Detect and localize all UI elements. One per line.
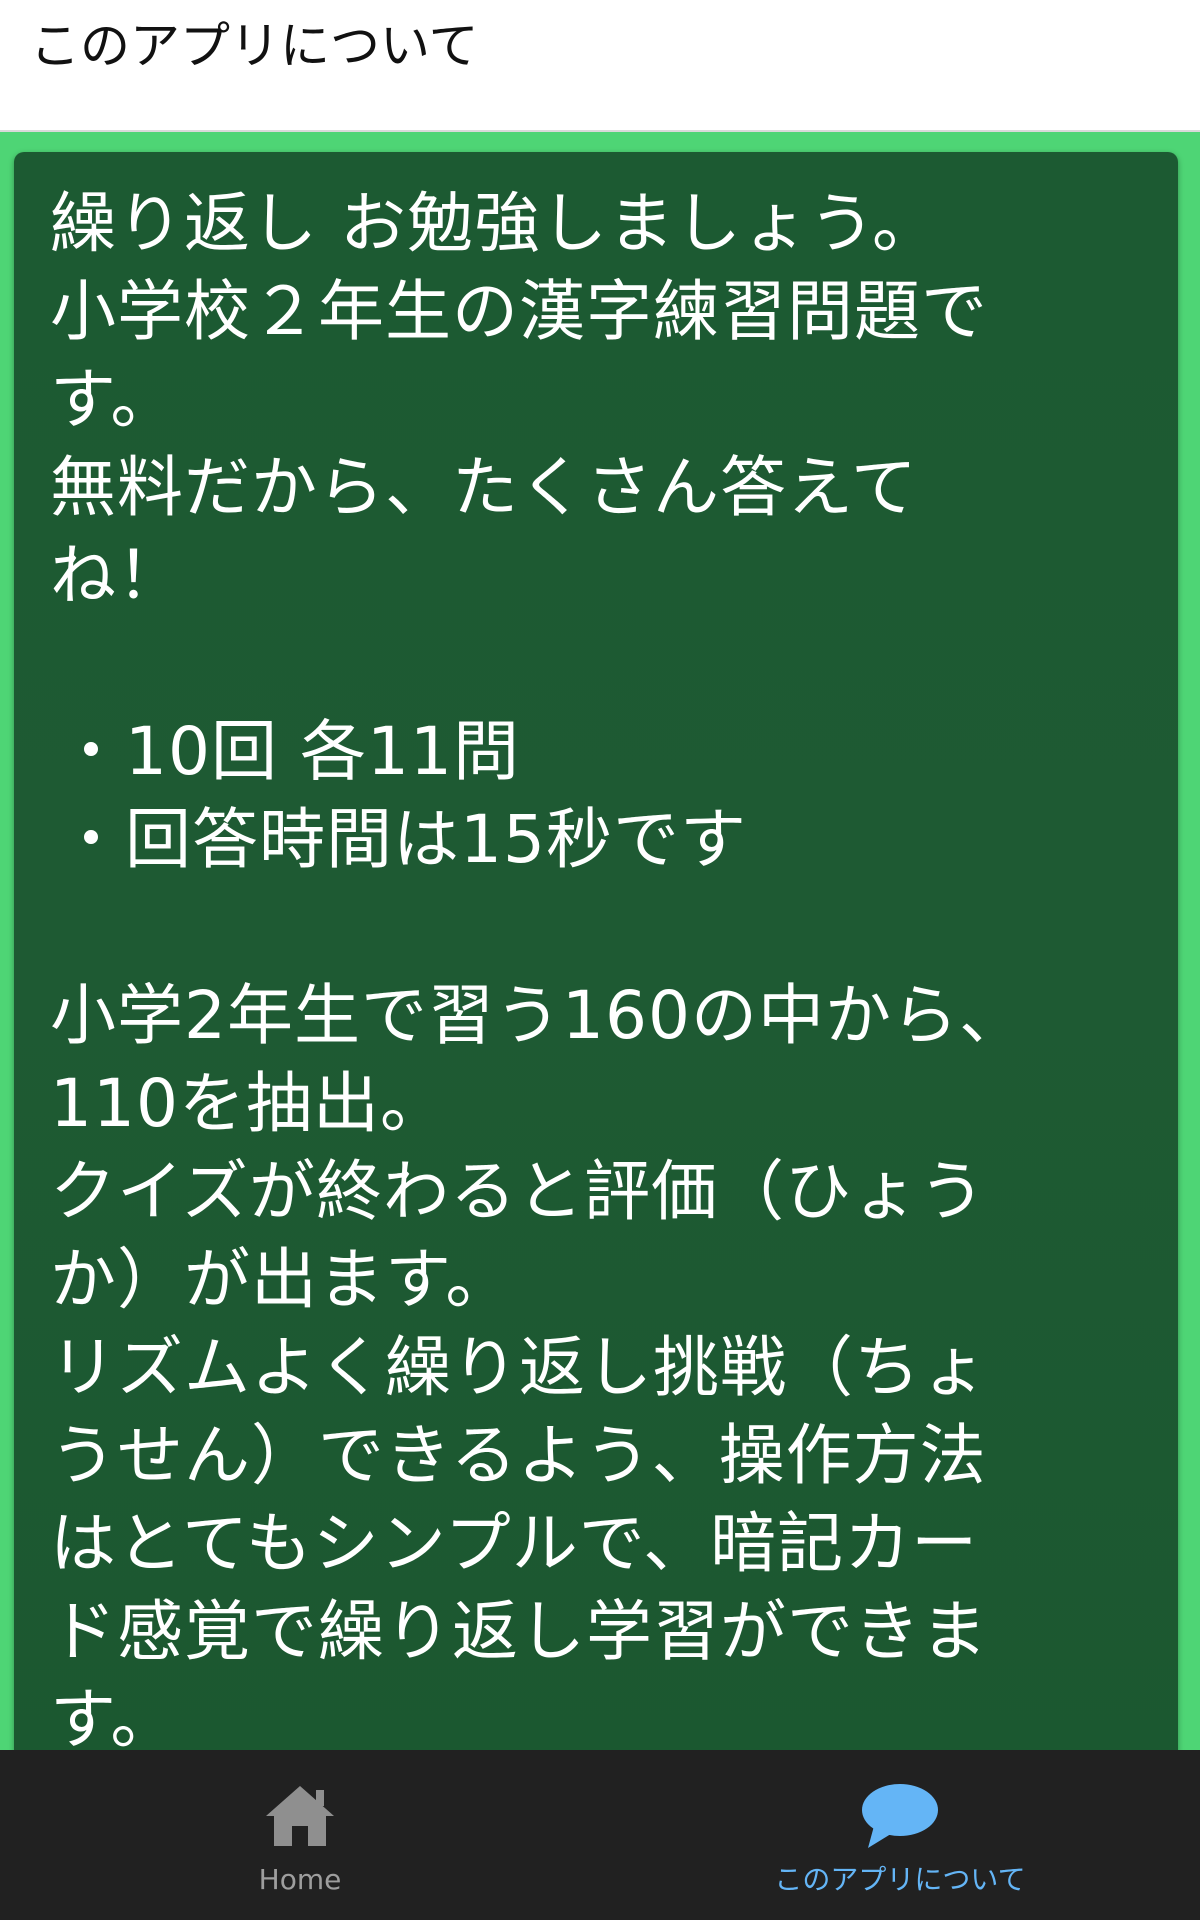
text-line: す。: [50, 361, 178, 438]
content-area[interactable]: 繰り返し お勉強しましょう。 小学校２年生の漢字練習問題で す。 無料だから、た…: [0, 132, 1200, 1750]
text-line: か）が出ます。: [50, 1241, 513, 1318]
text-line: はとてもシンプルで、暗記カー: [50, 1505, 979, 1582]
text-line: クイズが終わると評価（ひょう: [50, 1153, 987, 1230]
bottom-navigation: Home このアプリについて: [0, 1750, 1200, 1920]
text-line: 無料だから、たくさん答えて: [50, 449, 918, 526]
nav-label-home: Home: [258, 1863, 342, 1896]
chalkboard-panel: 繰り返し お勉強しましょう。 小学校２年生の漢字練習問題で す。 無料だから、た…: [14, 152, 1178, 1750]
description-text: 繰り返し お勉強しましょう。 小学校２年生の漢字練習問題で す。 無料だから、た…: [50, 180, 1130, 1750]
text-line: 繰り返し お勉強しましょう。: [50, 185, 940, 262]
text-line: ね！: [50, 537, 184, 614]
app-screen: このアプリについて 繰り返し お勉強しましょう。 小学校２年生の漢字練習問題で …: [0, 0, 1200, 1920]
text-line: 小学校２年生の漢字練習問題で: [50, 273, 988, 350]
nav-label-about: このアプリについて: [774, 1863, 1026, 1896]
text-line: リズムよく繰り返し挑戦（ちょ: [50, 1329, 988, 1406]
home-icon: [266, 1786, 334, 1846]
text-line: 110を抽出。: [50, 1065, 447, 1142]
page-title: このアプリについて: [30, 17, 479, 75]
text-line: ド感覚で繰り返し学習ができま: [50, 1593, 988, 1670]
bullet-item: ・回答時間は15秒です: [58, 801, 747, 878]
text-line: 小学2年生で習う160の中から、: [50, 977, 1026, 1054]
app-bar: このアプリについて: [0, 0, 1200, 132]
bullet-item: ・10回 各11問: [58, 713, 520, 790]
nav-item-about[interactable]: このアプリについて: [600, 1750, 1200, 1920]
text-line: うせん）できるよう、操作方法: [50, 1417, 987, 1494]
text-line: す。: [50, 1681, 178, 1750]
chat-bubble-icon: [862, 1784, 938, 1848]
nav-item-home[interactable]: Home: [0, 1750, 600, 1920]
